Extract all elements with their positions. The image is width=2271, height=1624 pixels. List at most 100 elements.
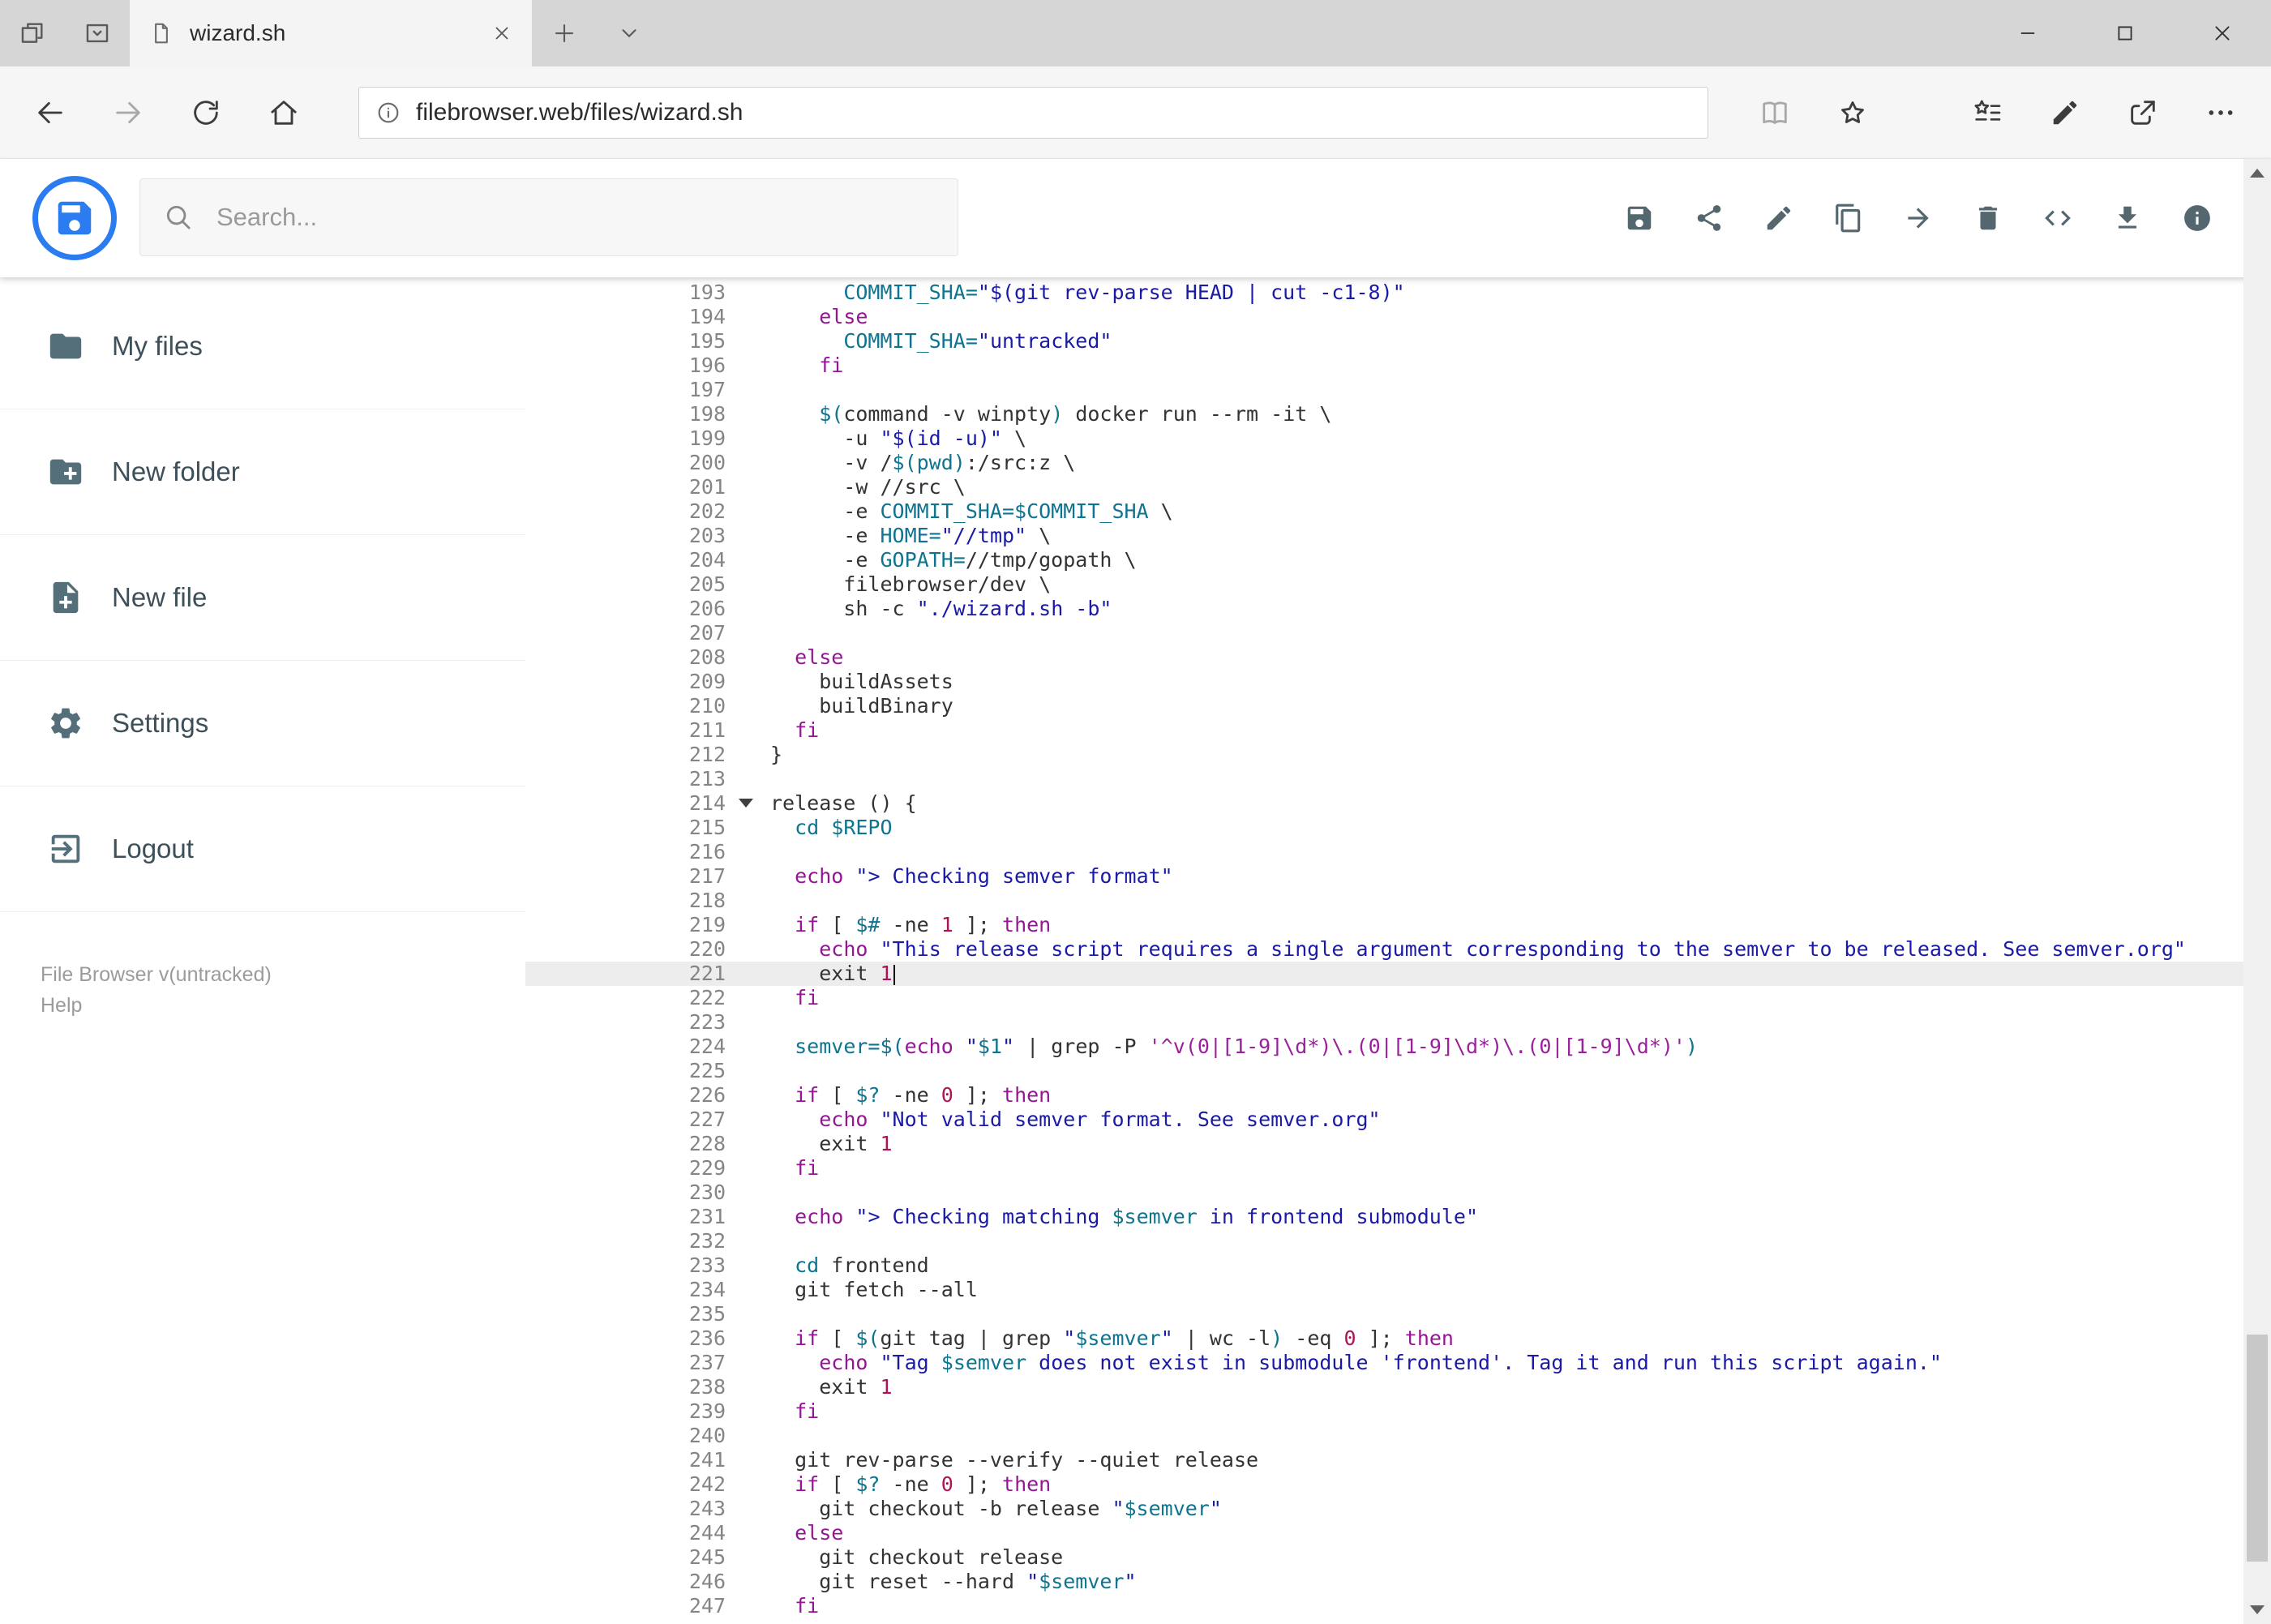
- delete-button[interactable]: [1953, 183, 2023, 253]
- gutter-line-number[interactable]: 224: [525, 1035, 726, 1059]
- gutter-line-number[interactable]: 202: [525, 499, 726, 524]
- fold-widget-icon[interactable]: [739, 799, 753, 808]
- gutter-line-number[interactable]: 246: [525, 1570, 726, 1594]
- gutter-line-number[interactable]: 212: [525, 743, 726, 767]
- move-button[interactable]: [1883, 183, 1953, 253]
- tab-close-icon[interactable]: [491, 23, 512, 44]
- code-line-225[interactable]: 225: [525, 1059, 2243, 1083]
- back-icon[interactable]: [11, 74, 89, 152]
- code-line-197[interactable]: 197: [525, 378, 2243, 402]
- gutter-line-number[interactable]: 247: [525, 1594, 726, 1618]
- gutter-line-number[interactable]: 222: [525, 986, 726, 1010]
- gutter-line-number[interactable]: 215: [525, 816, 726, 840]
- window-close-button[interactable]: [2174, 0, 2271, 66]
- gutter-line-number[interactable]: 226: [525, 1083, 726, 1108]
- scroll-up-icon[interactable]: [2250, 169, 2265, 178]
- gutter-line-number[interactable]: 197: [525, 378, 726, 402]
- code-line-226[interactable]: 226 if [ $? -ne 0 ]; then: [525, 1083, 2243, 1108]
- code-line-230[interactable]: 230: [525, 1181, 2243, 1205]
- search-bar[interactable]: [139, 178, 958, 256]
- code-line-211[interactable]: 211 fi: [525, 718, 2243, 743]
- code-line-246[interactable]: 246 git reset --hard "$semver": [525, 1570, 2243, 1594]
- gutter-line-number[interactable]: 214: [525, 791, 753, 816]
- code-line-207[interactable]: 207: [525, 621, 2243, 645]
- reading-view-icon[interactable]: [1736, 74, 1814, 152]
- gutter-line-number[interactable]: 203: [525, 524, 726, 548]
- gutter-line-number[interactable]: 200: [525, 451, 726, 475]
- code-line-231[interactable]: 231 echo "> Checking matching $semver in…: [525, 1205, 2243, 1229]
- code-line-242[interactable]: 242 if [ $? -ne 0 ]; then: [525, 1472, 2243, 1497]
- code-line-200[interactable]: 200 -v /$(pwd):/src:z \: [525, 451, 2243, 475]
- code-line-209[interactable]: 209 buildAssets: [525, 670, 2243, 694]
- gutter-line-number[interactable]: 216: [525, 840, 726, 864]
- scroll-down-icon[interactable]: [2250, 1605, 2265, 1614]
- add-favorite-star-icon[interactable]: [1814, 74, 1892, 152]
- gutter-line-number[interactable]: 240: [525, 1424, 726, 1448]
- share-button[interactable]: [1674, 183, 1744, 253]
- code-line-210[interactable]: 210 buildBinary: [525, 694, 2243, 718]
- forward-icon[interactable]: [89, 74, 167, 152]
- gutter-line-number[interactable]: 196: [525, 354, 726, 378]
- window-maximize-button[interactable]: [2076, 0, 2174, 66]
- code-line-194[interactable]: 194 else: [525, 305, 2243, 329]
- code-line-229[interactable]: 229 fi: [525, 1156, 2243, 1181]
- home-icon[interactable]: [245, 74, 323, 152]
- gutter-line-number[interactable]: 195: [525, 329, 726, 354]
- hub-favorites-icon[interactable]: [1948, 74, 2026, 152]
- code-line-239[interactable]: 239 fi: [525, 1399, 2243, 1424]
- gutter-line-number[interactable]: 225: [525, 1059, 726, 1083]
- code-line-219[interactable]: 219 if [ $# -ne 1 ]; then: [525, 913, 2243, 937]
- info-button[interactable]: [2162, 183, 2232, 253]
- gutter-line-number[interactable]: 236: [525, 1326, 726, 1351]
- gutter-line-number[interactable]: 207: [525, 621, 726, 645]
- code-line-195[interactable]: 195 COMMIT_SHA="untracked": [525, 329, 2243, 354]
- sidebar-item-new-folder[interactable]: New folder: [0, 409, 525, 535]
- code-line-215[interactable]: 215 cd $REPO: [525, 816, 2243, 840]
- code-line-234[interactable]: 234 git fetch --all: [525, 1278, 2243, 1302]
- save-button[interactable]: [1605, 183, 1674, 253]
- address-bar[interactable]: filebrowser.web/files/wizard.sh: [358, 86, 1708, 139]
- page-scrollbar[interactable]: [2243, 159, 2271, 1624]
- edit-button[interactable]: [1744, 183, 1814, 253]
- code-line-193[interactable]: 193 COMMIT_SHA="$(git rev-parse HEAD | c…: [525, 281, 2243, 305]
- code-line-218[interactable]: 218: [525, 889, 2243, 913]
- gutter-line-number[interactable]: 218: [525, 889, 726, 913]
- code-line-224[interactable]: 224 semver=$(echo "$1" | grep -P '^v(0|[…: [525, 1035, 2243, 1059]
- gutter-line-number[interactable]: 223: [525, 1010, 726, 1035]
- browser-tab[interactable]: wizard.sh: [130, 0, 532, 66]
- code-line-214[interactable]: 214 release () {: [525, 791, 2243, 816]
- gutter-line-number[interactable]: 239: [525, 1399, 726, 1424]
- gutter-line-number[interactable]: 245: [525, 1545, 726, 1570]
- gutter-line-number[interactable]: 237: [525, 1351, 726, 1375]
- code-line-243[interactable]: 243 git checkout -b release "$semver": [525, 1497, 2243, 1521]
- gutter-line-number[interactable]: 209: [525, 670, 726, 694]
- gutter-line-number[interactable]: 217: [525, 864, 726, 889]
- gutter-line-number[interactable]: 230: [525, 1181, 726, 1205]
- gutter-line-number[interactable]: 194: [525, 305, 726, 329]
- set-tabs-aside-icon[interactable]: [0, 0, 65, 66]
- raw-code-button[interactable]: [2023, 183, 2093, 253]
- new-tab-button[interactable]: [532, 0, 597, 66]
- gutter-line-number[interactable]: 232: [525, 1229, 726, 1253]
- gutter-line-number[interactable]: 233: [525, 1253, 726, 1278]
- gutter-line-number[interactable]: 241: [525, 1448, 726, 1472]
- code-line-223[interactable]: 223: [525, 1010, 2243, 1035]
- code-line-202[interactable]: 202 -e COMMIT_SHA=$COMMIT_SHA \: [525, 499, 2243, 524]
- gutter-line-number[interactable]: 199: [525, 426, 726, 451]
- code-line-222[interactable]: 222 fi: [525, 986, 2243, 1010]
- gutter-line-number[interactable]: 204: [525, 548, 726, 572]
- gutter-line-number[interactable]: 219: [525, 913, 726, 937]
- search-input[interactable]: [215, 202, 935, 233]
- gutter-line-number[interactable]: 220: [525, 937, 726, 962]
- gutter-line-number[interactable]: 221: [525, 962, 726, 986]
- window-minimize-button[interactable]: [1979, 0, 2076, 66]
- refresh-icon[interactable]: [167, 74, 245, 152]
- code-line-241[interactable]: 241 git rev-parse --verify --quiet relea…: [525, 1448, 2243, 1472]
- gutter-line-number[interactable]: 238: [525, 1375, 726, 1399]
- code-line-203[interactable]: 203 -e HOME="//tmp" \: [525, 524, 2243, 548]
- gutter-line-number[interactable]: 231: [525, 1205, 726, 1229]
- code-line-244[interactable]: 244 else: [525, 1521, 2243, 1545]
- sidebar-item-my-files[interactable]: My files: [0, 284, 525, 409]
- download-button[interactable]: [2093, 183, 2162, 253]
- gutter-line-number[interactable]: 210: [525, 694, 726, 718]
